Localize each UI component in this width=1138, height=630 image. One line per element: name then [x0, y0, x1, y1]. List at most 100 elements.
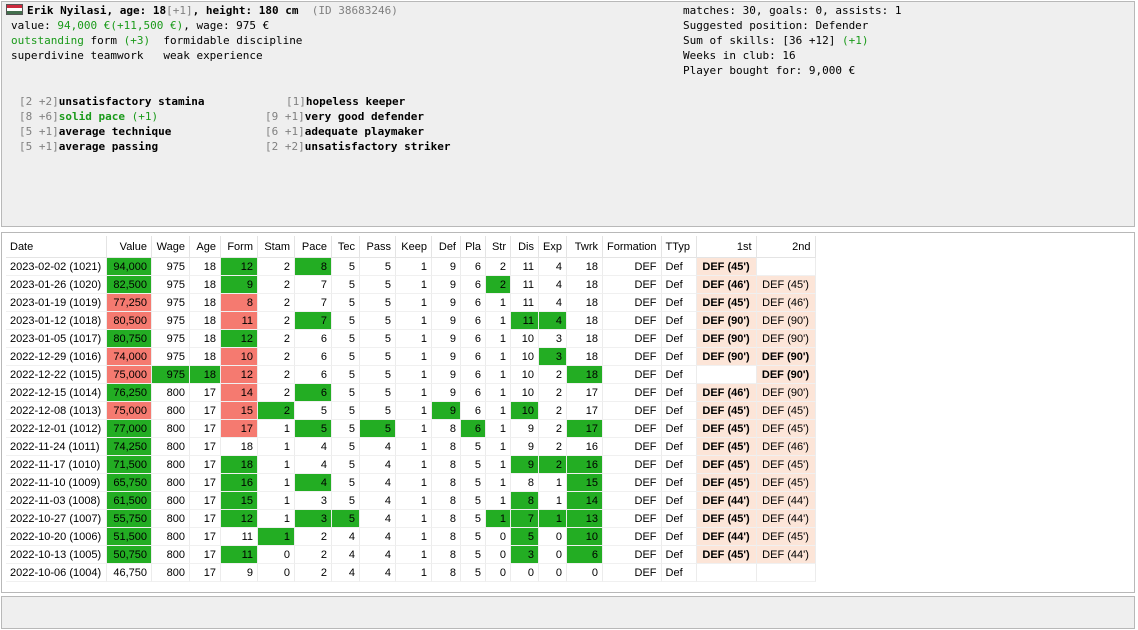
cell-str: 1	[486, 474, 511, 492]
table-row[interactable]: 2022-11-17 (1010) 71,500 800 17 18 1 4 5 4 1 8 5 1 9 2…	[6, 456, 816, 474]
header-form[interactable]: Form	[221, 236, 258, 258]
player-traits-line: superdivine teamwork weak experience	[11, 48, 263, 63]
cell-dis: 8	[511, 492, 539, 510]
cell-str: 0	[486, 564, 511, 582]
cell-pass: 4	[360, 492, 396, 510]
cell-pace: 4	[295, 456, 332, 474]
cell-pla: 5	[461, 564, 486, 582]
header-pla[interactable]: Pla	[461, 236, 486, 258]
cell-pla: 5	[461, 528, 486, 546]
cell-twrk: 13	[567, 510, 603, 528]
cell-tec: 5	[332, 384, 360, 402]
cell-stam: 2	[258, 330, 295, 348]
cell-tec: 5	[332, 474, 360, 492]
header-pace[interactable]: Pace	[295, 236, 332, 258]
table-row[interactable]: 2022-10-27 (1007) 55,750 800 17 12 1 3 5 4 1 8 5 1 7 1…	[6, 510, 816, 528]
cell-stam: 1	[258, 528, 295, 546]
cell-value: 76,250	[107, 384, 152, 402]
cell-str: 1	[486, 456, 511, 474]
table-row[interactable]: 2022-11-10 (1009) 65,750 800 17 16 1 4 5 4 1 8 5 1 8 1…	[6, 474, 816, 492]
cell-wage: 800	[152, 510, 190, 528]
cell-pass: 4	[360, 564, 396, 582]
table-row[interactable]: 2022-12-01 (1012) 77,000 800 17 17 1 5 5 5 1 8 6 1 9 2…	[6, 420, 816, 438]
table-row[interactable]: 2022-11-03 (1008) 61,500 800 17 15 1 3 5 4 1 8 5 1 8 1…	[6, 492, 816, 510]
cell-pace: 6	[295, 366, 332, 384]
cell-def: 8	[432, 420, 461, 438]
table-row[interactable]: 2022-12-22 (1015) 75,000 975 18 12 2 6 5 5 1 9 6 1 10…	[6, 366, 816, 384]
table-row[interactable]: 2022-12-08 (1013) 75,000 800 17 15 2 5 5 5 1 9 6 1 10…	[6, 402, 816, 420]
header-str[interactable]: Str	[486, 236, 511, 258]
header-2nd[interactable]: 2nd	[756, 236, 816, 258]
table-row[interactable]: 2023-01-19 (1019) 77,250 975 18 8 2 7 5 5 1 9 6 1 11 4…	[6, 294, 816, 312]
header-exp[interactable]: Exp	[539, 236, 567, 258]
skill-striker: [2 +2]unsatisfactory striker	[265, 140, 451, 153]
cell-age: 17	[190, 384, 221, 402]
player-history-table: Date Value Wage Age Form Stam Pace Tec P…	[6, 236, 816, 582]
cell-stam: 2	[258, 294, 295, 312]
cell-form: 15	[221, 492, 258, 510]
header-tec[interactable]: Tec	[332, 236, 360, 258]
cell-keep: 1	[396, 366, 432, 384]
cell-second: DEF (46')	[756, 294, 816, 312]
table-row[interactable]: 2023-01-05 (1017) 80,750 975 18 12 2 6 5 5 1 9 6 1 10…	[6, 330, 816, 348]
table-row[interactable]: 2023-01-26 (1020) 82,500 975 18 9 2 7 5 5 1 9 6 2 11 4…	[6, 276, 816, 294]
weeks-in-club: Weeks in club: 16	[683, 49, 796, 62]
table-row[interactable]: 2022-10-13 (1005) 50,750 800 17 11 0 2 4 4 1 8 5 0 3 0…	[6, 546, 816, 564]
table-row[interactable]: 2022-10-20 (1006) 51,500 800 17 11 1 2 4 4 1 8 5 0 5 0…	[6, 528, 816, 546]
cell-pace: 2	[295, 564, 332, 582]
cell-second: DEF (90')	[756, 348, 816, 366]
table-row[interactable]: 2023-01-12 (1018) 80,500 975 18 11 2 7 5 5 1 9 6 1 11…	[6, 312, 816, 330]
cell-ttyp: Def	[661, 456, 697, 474]
header-date[interactable]: Date	[6, 236, 107, 258]
header-1st[interactable]: 1st	[696, 236, 757, 258]
header-formation[interactable]: Formation	[603, 236, 662, 258]
header-dis[interactable]: Dis	[511, 236, 539, 258]
cell-ttyp: Def	[661, 528, 697, 546]
header-ttyp[interactable]: TTyp	[661, 236, 697, 258]
cell-pla: 5	[461, 456, 486, 474]
cell-str: 1	[486, 438, 511, 456]
cell-age: 17	[190, 510, 221, 528]
cell-keep: 1	[396, 258, 432, 276]
table-row[interactable]: 2022-11-24 (1011) 74,250 800 17 18 1 4 5 4 1 8 5 1 9 2…	[6, 438, 816, 456]
cell-ttyp: Def	[661, 402, 697, 420]
cell-exp: 1	[539, 510, 567, 528]
cell-pass: 4	[360, 456, 396, 474]
cell-dis: 10	[511, 348, 539, 366]
cell-ttyp: Def	[661, 492, 697, 510]
cell-str: 1	[486, 402, 511, 420]
cell-pass: 5	[360, 402, 396, 420]
cell-form: 8	[221, 294, 258, 312]
cell-second: DEF (45')	[756, 402, 816, 420]
cell-pass: 4	[360, 510, 396, 528]
table-row[interactable]: 2022-10-06 (1004) 46,750 800 17 9 0 2 4 4 1 8 5 0 0 0 0…	[6, 564, 816, 582]
header-value[interactable]: Value	[107, 236, 152, 258]
table-row[interactable]: 2022-12-29 (1016) 74,000 975 18 10 2 6 5 5 1 9 6 1 10…	[6, 348, 816, 366]
cell-str: 1	[486, 366, 511, 384]
cell-twrk: 16	[567, 456, 603, 474]
cell-ttyp: Def	[661, 366, 697, 384]
header-age[interactable]: Age	[190, 236, 221, 258]
table-row[interactable]: 2023-02-02 (1021) 94,000 975 18 12 2 8 5 5 1 9 6 2 11…	[6, 258, 816, 276]
header-keep[interactable]: Keep	[396, 236, 432, 258]
header-stam[interactable]: Stam	[258, 236, 295, 258]
header-wage[interactable]: Wage	[152, 236, 190, 258]
cell-first: DEF (90')	[696, 330, 757, 348]
cell-pace: 5	[295, 420, 332, 438]
table-row[interactable]: 2022-12-15 (1014) 76,250 800 17 14 2 6 5 5 1 9 6 1 10…	[6, 384, 816, 402]
cell-pass: 5	[360, 330, 396, 348]
cell-formation: DEF	[603, 312, 662, 330]
header-def[interactable]: Def	[432, 236, 461, 258]
header-pass[interactable]: Pass	[360, 236, 396, 258]
cell-exp: 4	[539, 258, 567, 276]
cell-str: 1	[486, 330, 511, 348]
cell-date: 2023-01-19 (1019)	[6, 294, 107, 312]
form-word: form	[83, 34, 124, 47]
form-level: outstanding	[11, 34, 84, 47]
header-twrk[interactable]: Twrk	[567, 236, 603, 258]
cell-date: 2023-01-26 (1020)	[6, 276, 107, 294]
cell-twrk: 18	[567, 330, 603, 348]
cell-twrk: 18	[567, 348, 603, 366]
age-delta: [+1]	[166, 4, 193, 17]
cell-value: 82,500	[107, 276, 152, 294]
